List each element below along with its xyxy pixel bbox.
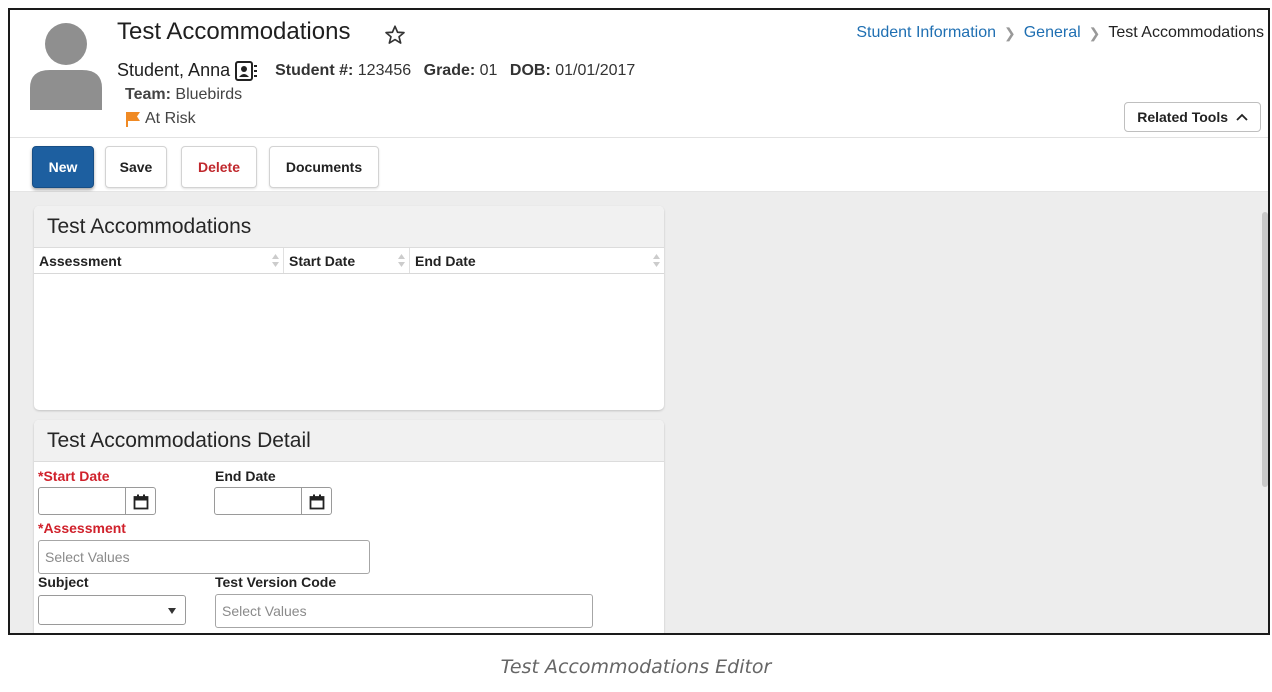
student-meta: Student #: 123456 Grade: 01 DOB: 01/01/2… — [275, 62, 635, 80]
breadcrumb: Student Information ❯ General ❯ Test Acc… — [856, 24, 1264, 42]
breadcrumb-student-information[interactable]: Student Information — [856, 24, 996, 42]
team-value: Bluebirds — [175, 86, 243, 103]
student-info-line: Student, Anna Student #: 123456 Grade: 0… — [117, 60, 635, 81]
risk-label: At Risk — [145, 110, 196, 127]
detail-form: *Start Date End Date *Assessment Select … — [34, 462, 664, 633]
sort-icon — [272, 254, 279, 267]
team-line: Team: Bluebirds — [125, 86, 242, 104]
delete-button[interactable]: Delete — [181, 146, 257, 188]
calendar-icon[interactable] — [133, 494, 149, 510]
documents-button[interactable]: Documents — [269, 146, 379, 188]
test-version-code-label: Test Version Code — [215, 574, 337, 590]
sort-icon — [398, 254, 405, 267]
breadcrumb-general[interactable]: General — [1024, 24, 1081, 42]
column-header-start-date[interactable]: Start Date — [284, 248, 410, 273]
subject-label: Subject — [38, 574, 89, 590]
star-icon[interactable] — [384, 24, 406, 46]
start-date-label: *Start Date — [38, 468, 110, 484]
dob-label: DOB: — [509, 61, 551, 79]
chevron-right-icon: ❯ — [1003, 24, 1016, 41]
avatar-icon — [30, 23, 102, 110]
column-header-assessment[interactable]: Assessment — [34, 248, 284, 273]
save-button[interactable]: Save — [105, 146, 167, 188]
related-tools-label: Related Tools — [1137, 109, 1228, 125]
action-toolbar: New Save Delete Documents — [10, 138, 1268, 192]
dropdown-icon — [168, 608, 176, 614]
end-date-label: End Date — [215, 468, 276, 484]
student-number: 123456 — [357, 61, 412, 79]
student-number-label: Student #: — [275, 61, 354, 79]
flag-icon — [126, 112, 140, 127]
accommodations-detail-panel: Test Accommodations Detail *Start Date E… — [34, 420, 664, 633]
grid-header: Assessment Start Date End Date — [34, 248, 664, 274]
content-area: Test Accommodations Assessment Start Dat… — [10, 192, 1268, 633]
app-window: Test Accommodations Student, Anna Studen… — [8, 8, 1270, 635]
related-tools-button[interactable]: Related Tools — [1124, 102, 1261, 132]
sort-icon — [653, 254, 660, 267]
team-label: Team: — [125, 86, 171, 103]
student-name: Student, Anna — [117, 60, 231, 80]
figure-caption: Test Accommodations Editor — [500, 656, 772, 678]
column-header-end-date[interactable]: End Date — [410, 248, 664, 273]
accommodations-list-panel: Test Accommodations Assessment Start Dat… — [34, 206, 664, 410]
detail-panel-title: Test Accommodations Detail — [34, 420, 664, 462]
assessment-multiselect[interactable] — [38, 540, 370, 574]
chevron-right-icon: ❯ — [1088, 24, 1101, 41]
end-date-field[interactable] — [214, 487, 332, 515]
dob-value: 01/01/2017 — [555, 61, 636, 79]
test-version-code-multiselect[interactable] — [215, 594, 593, 628]
subject-select[interactable] — [38, 595, 186, 625]
contact-card-icon[interactable] — [235, 60, 259, 81]
new-button[interactable]: New — [32, 146, 94, 188]
list-panel-title: Test Accommodations — [34, 206, 664, 248]
vertical-scrollbar[interactable] — [1262, 212, 1268, 487]
calendar-icon[interactable] — [309, 494, 325, 510]
breadcrumb-current: Test Accommodations — [1108, 24, 1264, 41]
risk-indicator: At Risk — [125, 110, 196, 128]
start-date-field[interactable] — [38, 487, 156, 515]
page-title: Test Accommodations — [117, 18, 351, 45]
student-header: Test Accommodations Student, Anna Studen… — [10, 10, 1268, 138]
grade-value: 01 — [479, 61, 498, 79]
grade-label: Grade: — [423, 61, 476, 79]
caret-up-icon — [1236, 113, 1248, 121]
assessment-label: *Assessment — [38, 520, 126, 536]
